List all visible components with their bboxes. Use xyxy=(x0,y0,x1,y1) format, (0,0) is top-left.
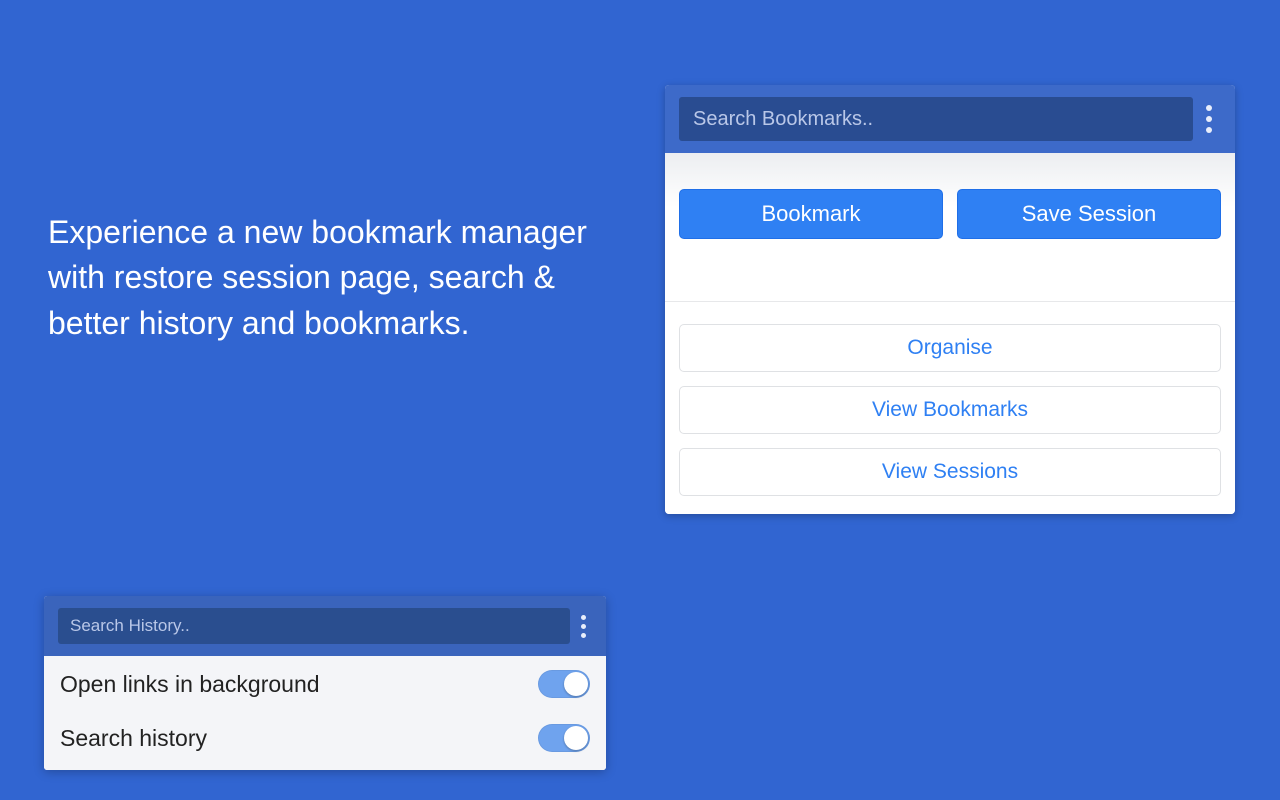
marketing-headline: Experience a new bookmark manager with r… xyxy=(48,210,608,346)
divider xyxy=(665,301,1235,302)
setting-label: Open links in background xyxy=(60,671,320,698)
kebab-menu-icon[interactable] xyxy=(570,615,596,638)
search-history-input[interactable] xyxy=(58,608,570,644)
view-sessions-button[interactable]: View Sessions xyxy=(679,448,1221,496)
search-bookmarks-input[interactable] xyxy=(679,97,1193,141)
setting-label: Search history xyxy=(60,725,207,752)
toggle-open-links-bg[interactable] xyxy=(538,670,590,698)
history-panel-header xyxy=(44,596,606,656)
kebab-menu-icon[interactable] xyxy=(1193,105,1225,133)
bookmark-button[interactable]: Bookmark xyxy=(679,189,943,239)
bookmark-panel-header xyxy=(665,85,1235,153)
bookmark-panel-body: Bookmark Save Session Organise View Book… xyxy=(665,153,1235,514)
primary-button-row: Bookmark Save Session xyxy=(679,189,1221,239)
history-panel: Open links in background Search history xyxy=(44,596,606,770)
setting-row-open-links-bg: Open links in background xyxy=(44,656,606,710)
bookmark-panel: Bookmark Save Session Organise View Book… xyxy=(665,85,1235,514)
organise-button[interactable]: Organise xyxy=(679,324,1221,372)
save-session-button[interactable]: Save Session xyxy=(957,189,1221,239)
toggle-search-history[interactable] xyxy=(538,724,590,752)
view-bookmarks-button[interactable]: View Bookmarks xyxy=(679,386,1221,434)
setting-row-search-history: Search history xyxy=(44,710,606,764)
history-panel-body: Open links in background Search history xyxy=(44,656,606,770)
